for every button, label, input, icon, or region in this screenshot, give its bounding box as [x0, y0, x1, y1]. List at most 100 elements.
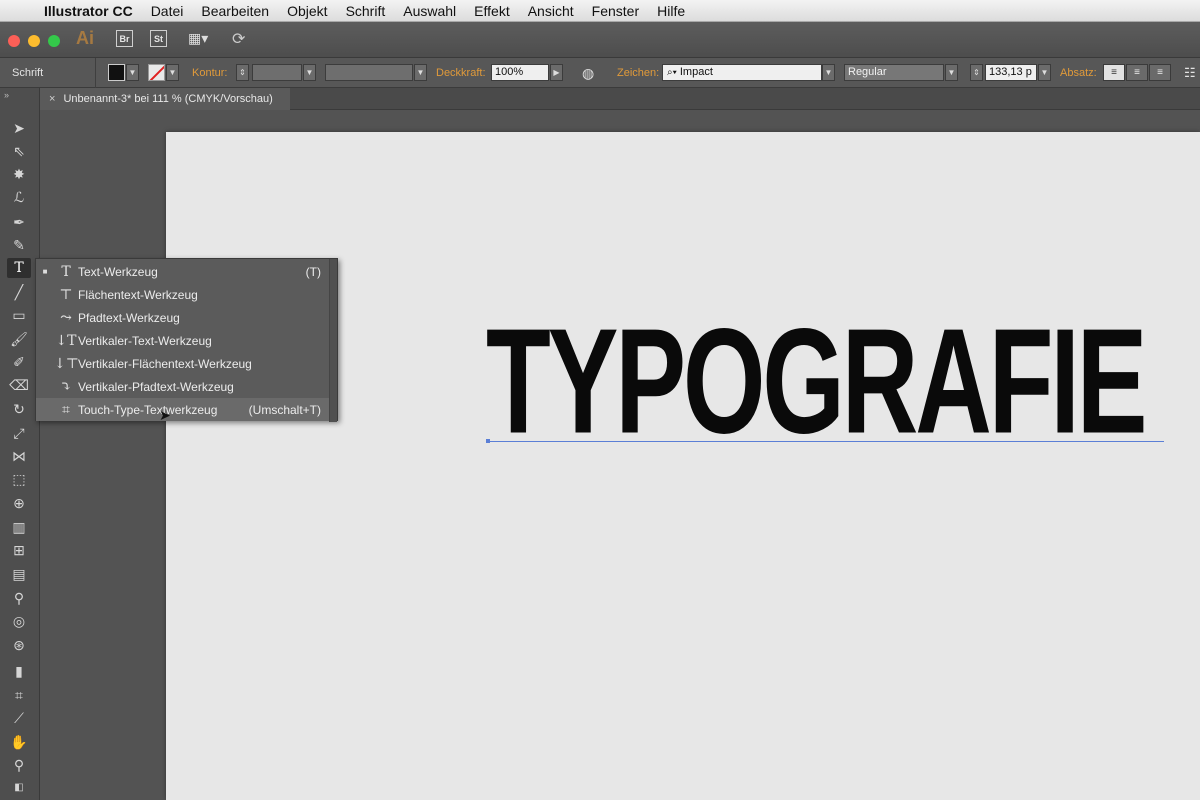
bridge-button[interactable]: Br [116, 30, 133, 47]
kontur-dropdown-arrow[interactable]: ▼ [303, 64, 316, 81]
font-size-dropdown[interactable]: ▼ [1038, 64, 1051, 81]
pen-tool-icon[interactable]: ✒ [7, 212, 31, 232]
rectangle-tool-icon[interactable]: ▭ [7, 305, 31, 325]
perspective-grid-tool-icon[interactable]: ▥ [7, 517, 31, 537]
flyout-item-area-type-tool[interactable]: ⊤ Flächentext-Werkzeug [36, 283, 331, 306]
gradient-tool-icon[interactable]: ▤ [7, 564, 31, 584]
zoom-tool-icon[interactable]: ⚲ [7, 755, 31, 775]
flyout-item-label: Pfadtext-Werkzeug [78, 310, 180, 325]
minimize-window-button[interactable] [28, 35, 40, 47]
symbol-sprayer-tool-icon[interactable]: ⊛ [7, 635, 31, 655]
stroke-profile-dropdown[interactable]: ▼ [414, 64, 427, 81]
illustrator-logo: Ai [76, 28, 94, 48]
font-family-dropdown[interactable]: ▼ [822, 64, 835, 81]
artboard[interactable] [166, 132, 1200, 800]
close-tab-icon[interactable]: × [49, 93, 55, 105]
control-bar: Schrift ▼ ▼ Kontur: ⇕ ▼ ▼ Deckkraft: 100… [0, 58, 1200, 88]
headline-text[interactable]: TYPOGRAFIE [486, 306, 1148, 456]
fill-color-swatch[interactable] [108, 64, 125, 81]
flyout-item-text-tool[interactable]: ■ T Text-Werkzeug (T) [36, 260, 331, 283]
close-window-button[interactable] [8, 35, 20, 47]
panel-collapse-icon[interactable]: » [4, 90, 9, 100]
eraser-tool-icon[interactable]: ⌫ [7, 375, 31, 395]
menu-app-name[interactable]: Illustrator CC [44, 3, 133, 19]
column-graph-tool-icon[interactable]: ▮ [7, 661, 31, 681]
absatz-label[interactable]: Absatz: [1060, 58, 1097, 88]
type-tool-icon[interactable]: T [7, 258, 31, 278]
paintbrush-tool-icon[interactable]: 🖌 [7, 329, 31, 349]
scale-tool-icon[interactable]: ⤢ [7, 423, 31, 443]
artboard-tool-icon[interactable]: ⌗ [7, 685, 31, 705]
font-style-dropdown[interactable]: ▼ [945, 64, 958, 81]
slice-tool-icon[interactable]: ⟋ [7, 708, 31, 728]
menu-datei[interactable]: Datei [151, 3, 184, 19]
shaper-tool-icon[interactable]: ✐ [7, 352, 31, 372]
selection-tool-icon[interactable]: ➤ [7, 118, 31, 138]
flyout-item-vertical-type-tool[interactable]: ↓T Vertikaler-Text-Werkzeug [36, 329, 331, 352]
align-left-icon[interactable]: ≡ [1103, 64, 1125, 81]
eyedropper-tool-icon[interactable]: ⚲ [7, 588, 31, 608]
tools-panel: » ➤ ⇖ ✸ ℒ ✒ ✎ T ╱ ▭ 🖌 ✐ ⌫ ↻ ⤢ ⋈ ⬚ ⊕ ▥ ⊞ … [0, 88, 40, 800]
menu-objekt[interactable]: Objekt [287, 3, 327, 19]
flyout-item-shortcut: (T) [305, 264, 321, 279]
document-tab-title: Unbenannt-3* bei 111 % (CMYK/Vorschau) [63, 93, 273, 105]
shape-builder-tool-icon[interactable]: ⊕ [7, 493, 31, 513]
line-segment-tool-icon[interactable]: ╱ [7, 282, 31, 302]
blend-tool-icon[interactable]: ◎ [7, 611, 31, 631]
menu-bearbeiten[interactable]: Bearbeiten [201, 3, 269, 19]
stroke-dropdown-arrow[interactable]: ▼ [166, 64, 179, 81]
flyout-item-touch-type-tool[interactable]: ⌗ Touch-Type-Textwerkzeug (Umschalt+T) [36, 398, 331, 421]
menu-hilfe[interactable]: Hilfe [657, 3, 685, 19]
menu-ansicht[interactable]: Ansicht [528, 3, 574, 19]
width-tool-icon[interactable]: ⋈ [7, 446, 31, 466]
flyout-item-vertical-type-on-path-tool[interactable]: ⤵ Vertikaler-Pfadtext-Werkzeug [36, 375, 331, 398]
mouse-pointer-icon: ➤ [159, 407, 171, 423]
flyout-item-type-on-path-tool[interactable]: ⤳ Pfadtext-Werkzeug [36, 306, 331, 329]
text-baseline [488, 441, 1164, 442]
zeichen-label[interactable]: Zeichen: [617, 58, 659, 88]
font-family-value: Impact [679, 66, 713, 78]
kontur-weight-field[interactable] [252, 64, 302, 81]
kontur-stepper[interactable]: ⇕ [236, 64, 249, 81]
application-bar: Ai Br St ▦▾ ⟳ [0, 22, 1200, 58]
font-family-field[interactable]: ⌕▾ Impact [662, 64, 822, 81]
hand-tool-icon[interactable]: ✋ [7, 732, 31, 752]
menu-auswahl[interactable]: Auswahl [403, 3, 456, 19]
align-center-icon[interactable]: ≡ [1126, 64, 1148, 81]
tearoff-handle[interactable] [329, 259, 337, 422]
align-right-icon[interactable]: ≡ [1149, 64, 1171, 81]
zoom-window-button[interactable] [48, 35, 60, 47]
opacity-expand-arrow[interactable]: ▶ [550, 64, 563, 81]
fill-dropdown-arrow[interactable]: ▼ [126, 64, 139, 81]
deckkraft-label[interactable]: Deckkraft: [436, 58, 486, 88]
font-size-field[interactable]: 133,13 p [985, 64, 1037, 81]
opacity-field[interactable]: 100% [491, 64, 549, 81]
menu-fenster[interactable]: Fenster [592, 3, 639, 19]
flyout-item-vertical-area-type-tool[interactable]: ↓⊤ Vertikaler-Flächentext-Werkzeug [36, 352, 331, 375]
flyout-item-label: Text-Werkzeug [78, 264, 158, 279]
rotate-tool-icon[interactable]: ↻ [7, 399, 31, 419]
sync-settings-icon[interactable]: ⟳ [232, 29, 245, 49]
mesh-tool-icon[interactable]: ⊞ [7, 540, 31, 560]
more-options-icon[interactable]: ☷ [1184, 58, 1196, 88]
stock-button[interactable]: St [150, 30, 167, 47]
font-size-stepper[interactable]: ⇕ [970, 64, 983, 81]
text-anchor-point[interactable] [486, 439, 490, 443]
document-tab[interactable]: × Unbenannt-3* bei 111 % (CMYK/Vorschau) [40, 88, 290, 110]
stroke-color-swatch[interactable] [148, 64, 165, 81]
menu-effekt[interactable]: Effekt [474, 3, 510, 19]
kontur-label[interactable]: Kontur: [192, 58, 227, 88]
font-style-field[interactable]: Regular [844, 64, 944, 81]
fill-stroke-icon[interactable]: ◧ [7, 778, 31, 798]
recolor-icon[interactable]: ◍ [582, 58, 594, 88]
stroke-profile-field[interactable] [325, 64, 413, 81]
magic-wand-tool-icon[interactable]: ✸ [7, 164, 31, 184]
lasso-tool-icon[interactable]: ℒ [7, 187, 31, 207]
direct-selection-tool-icon[interactable]: ⇖ [7, 141, 31, 161]
flyout-item-shortcut: (Umschalt+T) [248, 402, 321, 417]
free-transform-tool-icon[interactable]: ⬚ [7, 469, 31, 489]
menu-schrift[interactable]: Schrift [346, 3, 386, 19]
arrange-documents-icon[interactable]: ▦▾ [188, 30, 208, 47]
vertical-type-tool-icon: ↓T [55, 332, 77, 349]
curvature-tool-icon[interactable]: ✎ [7, 235, 31, 255]
